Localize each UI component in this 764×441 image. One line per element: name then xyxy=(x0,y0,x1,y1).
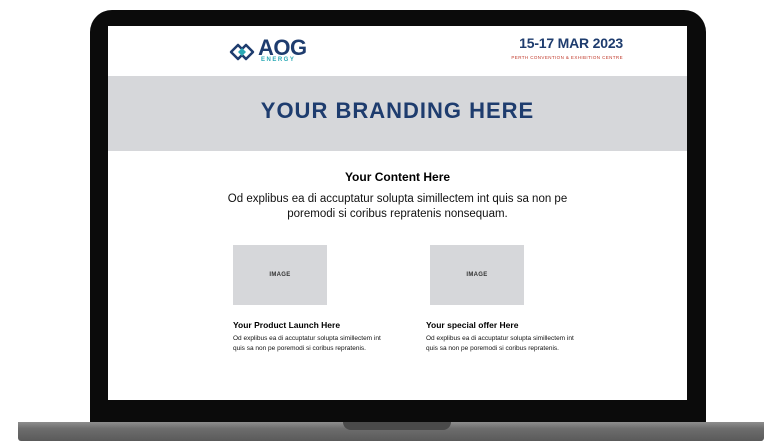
logo-subtitle: ENERGY xyxy=(261,57,296,63)
card-title: Your special offer Here xyxy=(426,320,519,330)
card-title: Your Product Launch Here xyxy=(233,320,341,330)
special-offer-card: IMAGE Your special offer Here Od explibu… xyxy=(426,245,586,353)
laptop-screen: AOG ENERGY 15-17 MAR 2023 PERTH CONVENTI… xyxy=(108,26,687,400)
branding-banner: YOUR BRANDING HERE xyxy=(108,76,687,151)
product-launch-card: IMAGE Your Product Launch Here Od explib… xyxy=(233,245,393,353)
aog-logo-mark-icon xyxy=(229,43,255,61)
card-body: Od explibus ea di accuptatur solupta sim… xyxy=(233,335,381,352)
card-body: Od explibus ea di accuptatur solupta sim… xyxy=(426,335,574,352)
content-title: Your Content Here xyxy=(344,170,451,184)
image-label: IMAGE xyxy=(269,272,291,278)
card-image-placeholder: IMAGE xyxy=(430,245,524,305)
laptop-opening-notch xyxy=(343,422,451,430)
content-body: Od explibus ea di accuptatur solupta sim… xyxy=(227,193,568,220)
event-venue: PERTH CONVENTION & EXHIBITION CENTRE xyxy=(511,55,623,60)
image-label: IMAGE xyxy=(466,272,488,278)
card-image-placeholder: IMAGE xyxy=(233,245,327,305)
branding-title: YOUR BRANDING HERE xyxy=(260,98,535,123)
event-info: 15-17 MAR 2023 PERTH CONVENTION & EXHIBI… xyxy=(511,35,623,60)
event-dates: 15-17 MAR 2023 xyxy=(519,35,623,51)
email-header: AOG ENERGY 15-17 MAR 2023 PERTH CONVENTI… xyxy=(108,26,687,76)
